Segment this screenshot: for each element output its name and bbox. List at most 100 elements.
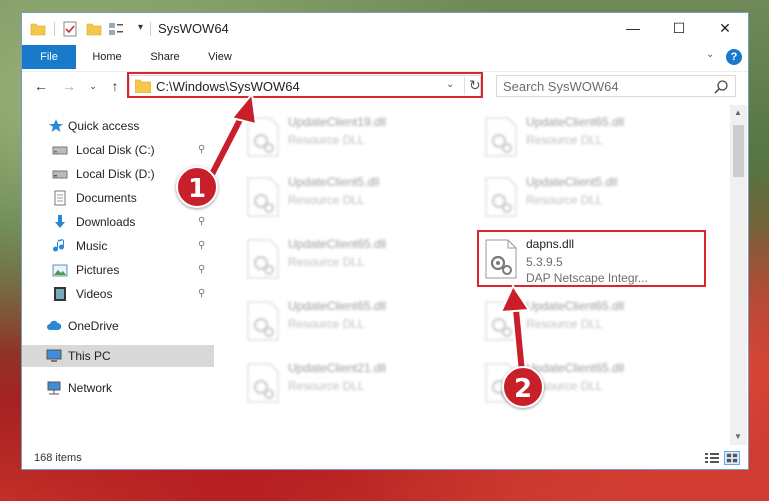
sidebar-item-label: Local Disk (D:) [76,167,155,181]
file-type: Resource DLL [288,255,365,269]
sidebar-item-label: Documents [76,191,137,205]
details-view-icon[interactable] [704,451,720,465]
file-item[interactable]: UpdateClient65.dll Resource DLL [242,295,466,351]
recent-locations-button[interactable]: ⌄ [84,77,102,95]
up-button[interactable]: ↑ [106,77,124,95]
pin-icon: ⚲ [198,216,206,227]
drive-icon [52,170,68,179]
file-item[interactable]: UpdateClient5.dll Resource DLL [480,171,704,227]
dll-file-icon [485,117,517,157]
file-type: Resource DLL [288,379,365,393]
file-name: UpdateClient19.dll [288,115,387,129]
minimize-button[interactable]: — [610,13,656,43]
window-title: SysWOW64 [158,21,229,36]
dll-file-icon [485,177,517,217]
toolbar-separator [150,22,151,36]
file-type: Resource DLL [288,193,365,207]
tab-file[interactable]: File [22,45,76,69]
file-name: UpdateClient65.dll [288,299,387,313]
sidebar-item-label: Videos [76,287,113,301]
file-name: UpdateClient65.dll [526,115,625,129]
search-box[interactable]: Search SysWOW64 [496,75,736,97]
dll-file-icon [485,301,517,341]
folder-icon[interactable] [30,21,46,37]
quick-access-dropdown-icon[interactable]: ▾ [138,22,143,33]
sidebar-item-videos[interactable]: Videos ⚲ [22,283,214,305]
properties-check-icon[interactable] [62,21,78,37]
file-name: UpdateClient21.dll [288,361,387,375]
file-type: Resource DLL [526,133,603,147]
sidebar-item-pictures[interactable]: Pictures ⚲ [22,259,214,281]
sidebar-item-this-pc[interactable]: This PC [22,345,214,367]
address-bar-highlight [127,72,483,98]
file-name: UpdateClient65.dll [288,237,387,251]
videos-icon [54,287,66,301]
star-icon [49,119,63,132]
sidebar-item-label: OneDrive [68,319,119,333]
documents-icon [54,190,66,206]
navigation-pane: Quick access Local Disk (C:) ⚲ Local Dis… [22,105,214,445]
pin-icon: ⚲ [198,288,206,299]
file-type: Resource DLL [526,317,603,331]
help-icon[interactable]: ? [726,49,742,65]
network-icon [47,381,61,395]
sidebar-item-quick-access[interactable]: Quick access [22,115,214,137]
sidebar-item-network[interactable]: Network [22,377,214,399]
toolbar-separator [54,22,55,36]
file-name: UpdateClient5.dll [526,175,618,189]
ribbon-tabs: File Home Share View ⌄ ? [22,45,748,69]
tab-view[interactable]: View [200,45,240,69]
scrollbar-thumb[interactable] [733,125,744,177]
sidebar-item-downloads[interactable]: Downloads ⚲ [22,211,214,233]
file-item[interactable]: UpdateClient65.dll Resource DLL [242,233,466,289]
customize-toolbar-icon[interactable] [108,21,124,37]
file-name: UpdateClient65.dll [526,299,625,313]
tab-home[interactable]: Home [84,45,130,69]
sidebar-item-label: Music [76,239,108,253]
cloud-icon [47,320,62,330]
close-button[interactable]: ✕ [702,13,748,43]
file-item[interactable]: UpdateClient21.dll Resource DLL [242,357,466,413]
tab-share[interactable]: Share [142,45,188,69]
dll-file-icon [247,301,279,341]
music-icon [53,239,64,252]
maximize-button[interactable]: ☐ [656,13,702,43]
expand-ribbon-icon[interactable]: ⌄ [706,49,714,60]
pin-icon: ⚲ [198,240,206,251]
sidebar-item-local-disk-c[interactable]: Local Disk (C:) ⚲ [22,139,214,161]
dll-file-icon [247,117,279,157]
step-1-badge: 1 [176,166,218,208]
file-type: Resource DLL [526,193,603,207]
scroll-down-icon[interactable]: ▼ [734,432,742,441]
tiles-view-icon[interactable] [724,451,740,465]
sidebar-item-label: Quick access [68,119,140,133]
dll-file-icon [247,239,279,279]
forward-button[interactable]: → [60,77,78,95]
file-name: UpdateClient5.dll [288,175,380,189]
file-item[interactable]: UpdateClient65.dll Resource DLL [480,111,704,167]
search-input[interactable]: Search SysWOW64 [503,79,619,94]
file-explorer-window: ▾ SysWOW64 — ☐ ✕ File Home Share View ⌄ … [21,12,749,470]
sidebar-item-label: Downloads [76,215,136,229]
file-type: Resource DLL [288,133,365,147]
sidebar-item-label: Local Disk (C:) [76,143,155,157]
new-folder-icon[interactable] [86,21,102,37]
sidebar-item-music[interactable]: Music ⚲ [22,235,214,257]
pin-icon: ⚲ [198,264,206,275]
search-icon[interactable] [713,79,729,95]
dapns-file-highlight [477,230,706,287]
status-bar: 168 items [22,447,748,469]
file-item[interactable]: UpdateClient19.dll Resource DLL [242,111,466,167]
drive-icon [52,146,68,155]
file-name: UpdateClient65.dll [526,361,625,375]
vertical-scrollbar[interactable]: ▲ ▼ [730,105,747,445]
sidebar-item-onedrive[interactable]: OneDrive [22,315,214,337]
scroll-up-icon[interactable]: ▲ [734,108,742,117]
pin-icon: ⚲ [198,144,206,155]
sidebar-item-label: Pictures [76,263,120,277]
file-item[interactable]: UpdateClient65.dll Resource DLL [480,295,704,351]
dll-file-icon [247,177,279,217]
back-button[interactable]: ← [32,77,50,95]
file-item[interactable]: UpdateClient5.dll Resource DLL [242,171,466,227]
pictures-icon [52,264,68,277]
